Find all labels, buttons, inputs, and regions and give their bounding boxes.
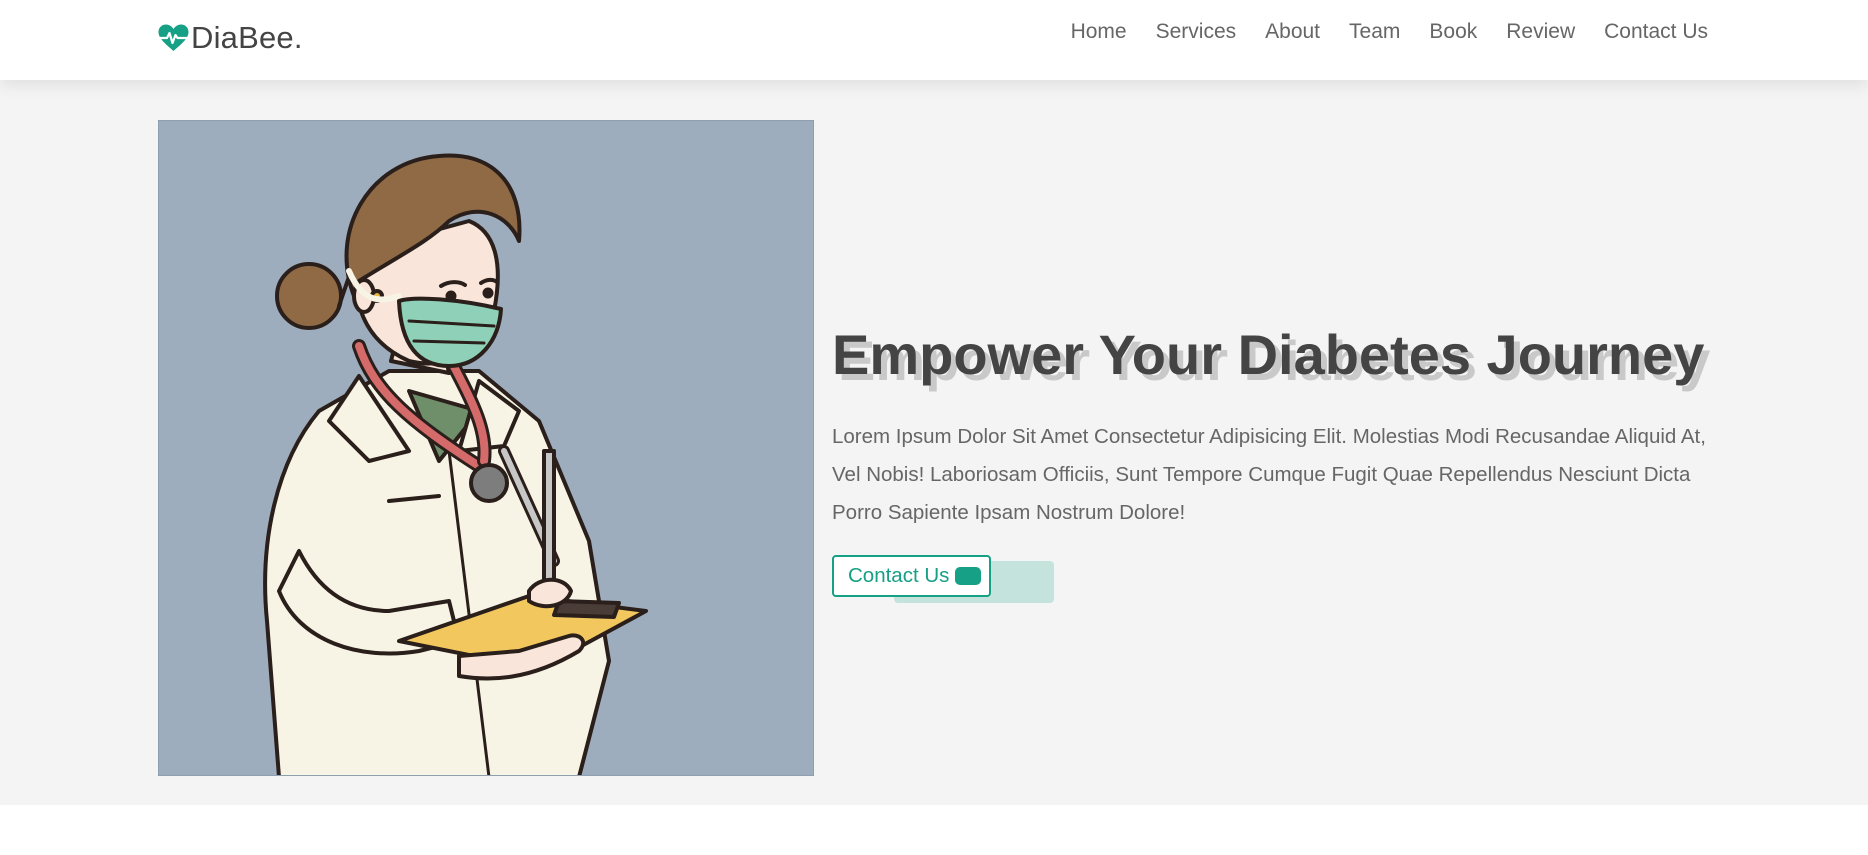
contact-us-button[interactable]: Contact Us [832, 555, 992, 597]
contact-us-button-label: Contact Us [848, 564, 950, 587]
nav-review[interactable]: Review [1506, 20, 1575, 44]
nav-book[interactable]: Book [1429, 20, 1477, 44]
heart-pulse-icon [157, 23, 190, 53]
hero-section: Empower Your Diabetes Journey Lorem Ipsu… [0, 80, 1868, 805]
site-header: DiaBee. Home Services About Team Book Re… [0, 0, 1868, 80]
doctor-illustration [158, 120, 814, 776]
nav-home[interactable]: Home [1071, 20, 1127, 44]
nav-about[interactable]: About [1265, 20, 1320, 44]
logo-link[interactable]: DiaBee. [157, 18, 303, 58]
logo-text: DiaBee. [191, 20, 303, 55]
nav-contact-us[interactable]: Contact Us [1604, 20, 1708, 44]
nav-services[interactable]: Services [1156, 20, 1237, 44]
nav-team[interactable]: Team [1349, 20, 1400, 44]
hero-description: Lorem Ipsum Dolor Sit Amet Consectetur A… [832, 425, 1706, 524]
hero-title: Empower Your Diabetes Journey [832, 323, 1705, 386]
main-nav: Home Services About Team Book Review Con… [1071, 20, 1708, 44]
button-pill-icon [955, 567, 982, 585]
contact-button-group: Contact Us [832, 555, 1062, 605]
